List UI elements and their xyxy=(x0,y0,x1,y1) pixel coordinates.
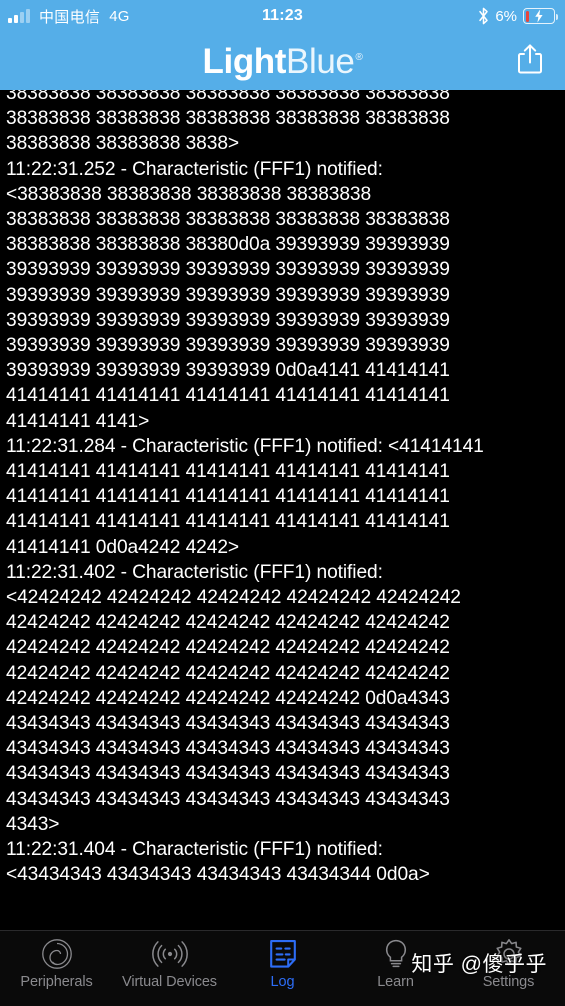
bluetooth-icon xyxy=(478,7,489,25)
log-line: 4343> xyxy=(6,813,60,835)
log-line: 43434343 43434343 43434343 43434343 4343… xyxy=(6,788,450,810)
log-line: 38383838 38383838 3838> xyxy=(6,133,239,155)
log-line: 42424242 42424242 42424242 42424242 4242… xyxy=(6,662,450,684)
signal-strength-icon xyxy=(8,9,30,23)
brand-blue: Blue xyxy=(286,41,355,81)
brand-light: Light xyxy=(202,41,287,81)
broadcast-waves-icon xyxy=(151,937,188,971)
log-document-icon xyxy=(268,937,298,971)
log-line: 41414141 41414141 41414141 41414141 4141… xyxy=(6,486,450,508)
battery-icon xyxy=(523,8,558,24)
peripherals-spiral-icon xyxy=(41,937,73,971)
log-line: 41414141 41414141 41414141 41414141 4141… xyxy=(6,461,450,483)
tab-label-peripherals: Peripherals xyxy=(20,974,93,990)
log-line: 11:22:31.252 - Characteristic (FFF1) not… xyxy=(6,158,383,180)
log-line: <42424242 42424242 42424242 42424242 424… xyxy=(6,587,461,609)
log-line: 38383838 38383838 38380d0a 39393939 3939… xyxy=(6,234,450,256)
log-line: 38383838 38383838 38383838 38383838 3838… xyxy=(6,209,450,231)
share-icon xyxy=(516,42,544,81)
charging-bolt-icon xyxy=(535,9,543,23)
share-button[interactable] xyxy=(513,41,547,81)
log-line: 41414141 0d0a4242 4242> xyxy=(6,536,239,558)
log-line: 43434343 43434343 43434343 43434343 4343… xyxy=(6,738,450,760)
log-line: <43434343 43434343 43434343 43434344 0d0… xyxy=(6,864,430,886)
tab-learn[interactable]: Learn xyxy=(339,937,452,990)
log-line: 39393939 39393939 39393939 39393939 3939… xyxy=(6,335,450,357)
log-line: 42424242 42424242 42424242 42424242 4242… xyxy=(6,637,450,659)
log-line: 39393939 39393939 39393939 39393939 3939… xyxy=(6,284,450,306)
network-type-label: 4G xyxy=(109,7,130,25)
tab-label-log: Log xyxy=(270,974,295,990)
log-line: 11:22:31.284 - Characteristic (FFF1) not… xyxy=(6,435,484,457)
log-scroll-area[interactable]: 38383838 38383838 38383838 38383838 3838… xyxy=(0,90,565,930)
log-line: 41414141 41414141 41414141 41414141 4141… xyxy=(6,511,450,533)
gear-icon xyxy=(493,937,525,971)
log-line: 39393939 39393939 39393939 39393939 3939… xyxy=(6,259,450,281)
tab-settings[interactable]: Settings xyxy=(452,937,565,990)
log-line: 39393939 39393939 39393939 0d0a4141 4141… xyxy=(6,360,450,382)
log-line: 11:22:31.404 - Characteristic (FFF1) not… xyxy=(6,839,383,861)
log-line: 42424242 42424242 42424242 42424242 4242… xyxy=(6,612,450,634)
tab-log[interactable]: Log xyxy=(226,937,339,990)
log-line: 38383838 38383838 38383838 38383838 3838… xyxy=(6,108,450,130)
status-bar: 中国电信 4G 11:23 6% xyxy=(0,0,565,32)
carrier-label: 中国电信 xyxy=(39,8,101,26)
tab-bar: Peripherals Virtual Devices Log Learn Se… xyxy=(0,930,565,1006)
log-line-list: 38383838 38383838 38383838 38383838 3838… xyxy=(0,90,565,888)
log-line: 43434343 43434343 43434343 43434343 4343… xyxy=(6,713,450,735)
log-line: 38383838 38383838 38383838 38383838 3838… xyxy=(6,90,450,104)
log-line: 39393939 39393939 39393939 39393939 3939… xyxy=(6,309,450,331)
log-line: <38383838 38383838 38383838 38383838 xyxy=(6,183,372,205)
log-line: 43434343 43434343 43434343 43434343 4343… xyxy=(6,763,450,785)
lightbulb-icon xyxy=(382,937,410,971)
status-bar-right: 6% xyxy=(478,7,558,25)
tab-label-learn: Learn xyxy=(377,974,414,990)
tab-label-virtual-devices: Virtual Devices xyxy=(122,974,217,990)
tab-virtual-devices[interactable]: Virtual Devices xyxy=(113,937,226,990)
registered-mark: ® xyxy=(355,51,363,63)
status-bar-left: 中国电信 4G xyxy=(8,6,130,27)
log-line: 41414141 41414141 41414141 41414141 4141… xyxy=(6,385,450,407)
tab-label-settings: Settings xyxy=(482,974,535,990)
log-line: 11:22:31.402 - Characteristic (FFF1) not… xyxy=(6,561,383,583)
log-line: 41414141 4141> xyxy=(6,410,150,432)
battery-percent-label: 6% xyxy=(495,7,517,25)
app-title-lightblue: LightBlue® xyxy=(203,44,363,79)
nav-bar: LightBlue® xyxy=(0,32,565,90)
log-line: 42424242 42424242 42424242 42424242 0d0a… xyxy=(6,687,450,709)
tab-peripherals[interactable]: Peripherals xyxy=(0,937,113,990)
